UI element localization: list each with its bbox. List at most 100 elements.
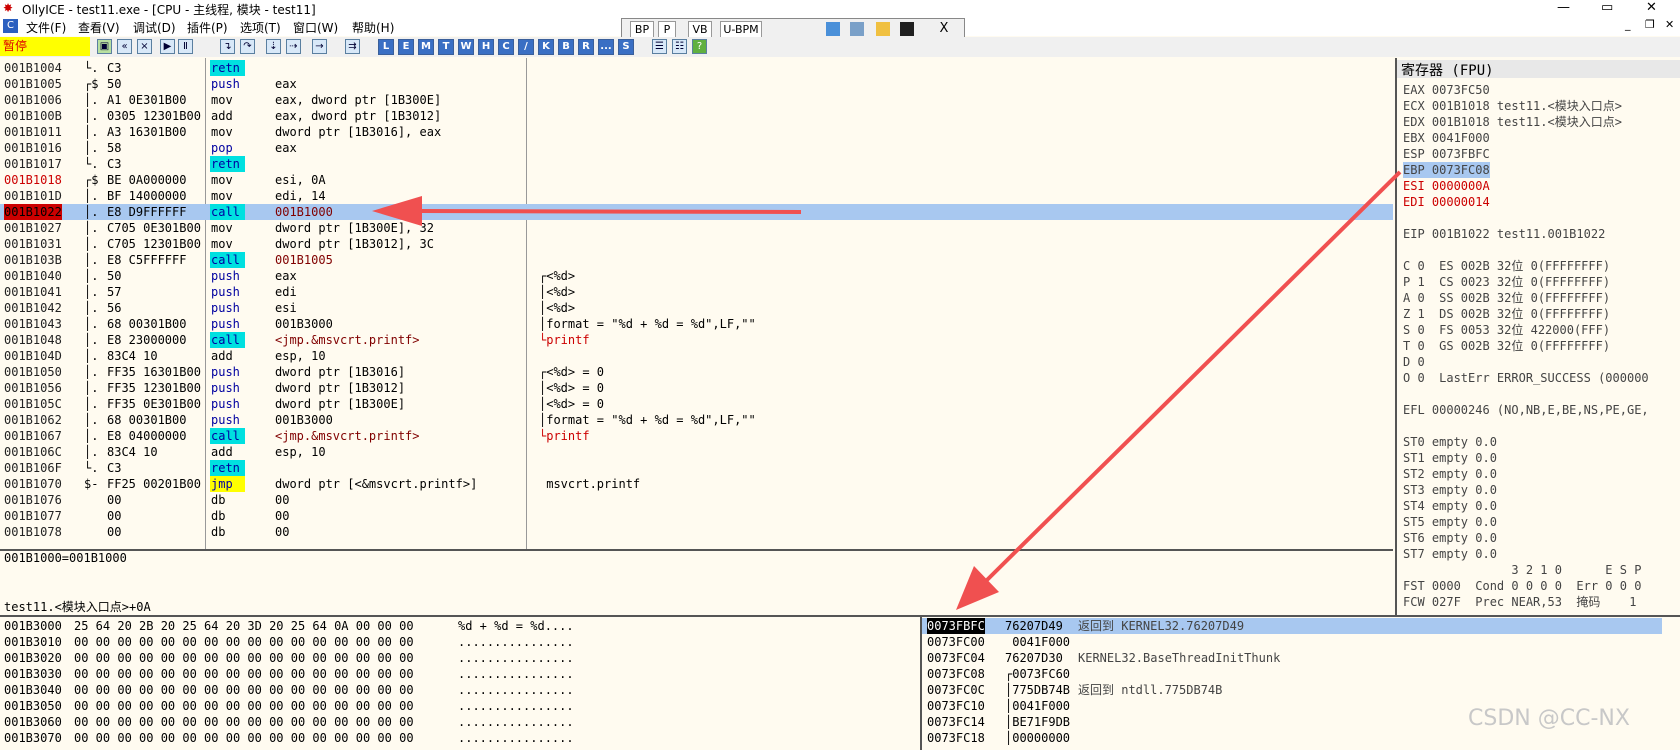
open-icon[interactable]: ▣ xyxy=(97,39,112,54)
memory-dump-pane[interactable]: 001B3000 25 64 20 2B 20 25 64 20 3D 20 25… xyxy=(0,617,922,750)
folder-icon[interactable] xyxy=(876,22,890,36)
step-over-icon[interactable]: ↷ xyxy=(240,39,255,54)
disasm-row[interactable]: 001B105C │. FF35 0E301B00 push dword ptr [1B… xyxy=(0,396,1393,412)
close-program-icon[interactable]: × xyxy=(137,39,152,54)
register-row[interactable]: S 0 FS 0053 32位 422000(FFF) xyxy=(1403,322,1610,338)
menu-view[interactable]: 查看(V) xyxy=(78,19,120,36)
notes-icon[interactable] xyxy=(850,22,864,36)
stack-row[interactable]: 0073FC08 ┌0073FC60 xyxy=(922,666,1662,682)
trace-over-icon[interactable]: ⇢ xyxy=(286,39,301,54)
mdi-close-icon[interactable]: ✕ xyxy=(1665,18,1674,31)
register-row[interactable]: EAX 0073FC50 xyxy=(1403,82,1490,98)
menu-help[interactable]: 帮助(H) xyxy=(352,19,394,36)
register-row[interactable]: P 1 CS 0023 32位 0(FFFFFFFF) xyxy=(1403,274,1610,290)
threads-button[interactable]: T xyxy=(438,39,454,55)
disasm-row[interactable]: 001B1078 00 db 00 xyxy=(0,524,1393,540)
disasm-row[interactable]: 001B1042 │. 56 push esi │<%d> xyxy=(0,300,1393,316)
registers-pane[interactable]: 寄存器 (FPU) EAX 0073FC50 ECX 001B1018 test1… xyxy=(1395,58,1680,615)
disasm-row[interactable]: 001B1048 │. E8 23000000 call <jmp.&msvcrt.pr… xyxy=(0,332,1393,348)
register-row[interactable]: C 0 ES 002B 32位 0(FFFFFFFF) xyxy=(1403,258,1610,274)
register-row[interactable]: ESI 0000000A xyxy=(1403,178,1490,194)
register-row[interactable]: O 0 LastErr ERROR_SUCCESS (000000 xyxy=(1403,370,1649,386)
disasm-row[interactable]: 001B1005 ┌$ 50 push eax xyxy=(0,76,1393,92)
float-toolbar-close-button[interactable]: X xyxy=(936,21,952,37)
register-row[interactable]: 3 2 1 0 E S P xyxy=(1403,562,1641,578)
register-row[interactable]: EDI 00000014 xyxy=(1403,194,1490,210)
register-row[interactable]: ST6 empty 0.0 xyxy=(1403,530,1497,546)
disasm-row[interactable]: 001B1077 00 db 00 xyxy=(0,508,1393,524)
bookmark-icon[interactable] xyxy=(826,22,840,36)
disasm-row[interactable]: 001B1067 │. E8 04000000 call <jmp.&msvcrt.pr… xyxy=(0,428,1393,444)
register-row[interactable]: ST7 empty 0.0 xyxy=(1403,546,1497,562)
cpu-window-icon[interactable]: C xyxy=(3,19,18,33)
memory-map-button[interactable]: M xyxy=(418,39,434,55)
menu-plugins[interactable]: 插件(P) xyxy=(187,19,228,36)
breakpoints-button[interactable]: B xyxy=(558,39,574,55)
disasm-row[interactable]: 001B103B │. E8 C5FFFFFF call 001B1005 xyxy=(0,252,1393,268)
minimize-icon[interactable]: — xyxy=(1557,0,1570,15)
disasm-row[interactable]: 001B101D │. BF 14000000 mov edi, 14 xyxy=(0,188,1393,204)
maximize-icon[interactable]: ▭ xyxy=(1601,0,1613,15)
call-stack-button[interactable]: K xyxy=(538,39,554,55)
handles-button[interactable]: H xyxy=(478,39,494,55)
disasm-row[interactable]: 001B106F └. C3 retn xyxy=(0,460,1393,476)
disasm-row[interactable]: 001B1043 │. 68 00301B00 push 001B3000 │format… xyxy=(0,316,1393,332)
disasm-row[interactable]: 001B1027 │. C705 0E301B00 mov dword ptr [1B3… xyxy=(0,220,1393,236)
source-button[interactable]: S xyxy=(618,39,634,55)
register-row[interactable]: Z 1 DS 002B 32位 0(FFFFFFFF) xyxy=(1403,306,1610,322)
modules-button[interactable]: E xyxy=(398,39,414,55)
disasm-row[interactable]: 001B1050 │. FF35 16301B00 push dword ptr [1B… xyxy=(0,364,1393,380)
patches-button[interactable]: / xyxy=(518,39,534,55)
disasm-row[interactable]: 001B1062 │. 68 00301B00 push 001B3000 │format… xyxy=(0,412,1393,428)
windows-button[interactable]: W xyxy=(458,39,474,55)
close-icon[interactable]: ✕ xyxy=(1646,0,1657,15)
register-row[interactable]: FCW 027F Prec NEAR,53 掩码 1 xyxy=(1403,594,1637,610)
menu-window[interactable]: 窗口(W) xyxy=(293,19,338,36)
disasm-row[interactable]: 001B100B │. 0305 12301B00 add eax, dword ptr… xyxy=(0,108,1393,124)
register-row[interactable]: ST4 empty 0.0 xyxy=(1403,498,1497,514)
goto-icon[interactable]: ⇉ xyxy=(345,39,360,54)
register-row[interactable]: FST 0000 Cond 0 0 0 0 Err 0 0 0 xyxy=(1403,578,1641,594)
console-icon[interactable] xyxy=(900,22,914,36)
register-row[interactable]: EDX 001B1018 test11.<模块入口点> xyxy=(1403,114,1622,130)
stack-row[interactable]: 0073FBFC 76207D49 返回到 KERNEL32.76207D49 xyxy=(922,618,1662,634)
register-row[interactable]: ESP 0073FBFC xyxy=(1403,146,1490,162)
restart-icon[interactable]: « xyxy=(117,39,132,54)
register-row[interactable]: ECX 001B1018 test11.<模块入口点> xyxy=(1403,98,1622,114)
disasm-row[interactable]: 001B106C │. 83C4 10 add esp, 10 xyxy=(0,444,1393,460)
disasm-row[interactable]: 001B1070 $- FF25 00201B00 jmp dword ptr [<&m… xyxy=(0,476,1393,492)
references-button[interactable]: R xyxy=(578,39,594,55)
menu-debug[interactable]: 调试(D) xyxy=(133,19,176,36)
register-row[interactable]: EBX 0041F000 xyxy=(1403,130,1490,146)
disasm-row[interactable]: 001B1076 00 db 00 xyxy=(0,492,1393,508)
disasm-row[interactable]: 001B1016 │. 58 pop eax xyxy=(0,140,1393,156)
disassembly-pane[interactable]: 001B1004 └. C3 retn 001B1005 ┌$ 50 push eax 001B1… xyxy=(0,58,1393,551)
disasm-row[interactable]: 001B1031 │. C705 12301B00 mov dword ptr [1B3… xyxy=(0,236,1393,252)
pause-icon[interactable]: Ⅱ xyxy=(178,39,193,54)
register-row[interactable]: ST3 empty 0.0 xyxy=(1403,482,1497,498)
help-icon[interactable]: ? xyxy=(692,39,707,54)
register-row[interactable]: EIP 001B1022 test11.001B1022 xyxy=(1403,226,1605,242)
register-row[interactable]: EBP 0073FC08 xyxy=(1403,162,1490,178)
register-row[interactable]: D 0 xyxy=(1403,354,1425,370)
register-row[interactable]: EFL 00000246 (NO,NB,E,BE,NS,PE,GE, xyxy=(1403,402,1649,418)
stack-row[interactable]: 0073FC04 76207D30 KERNEL32.BaseThreadInitT… xyxy=(922,650,1662,666)
disasm-row[interactable]: 001B1040 │. 50 push eax ┌<%d> xyxy=(0,268,1393,284)
execute-till-return-icon[interactable]: → xyxy=(312,39,327,54)
menu-file[interactable]: 文件(F) xyxy=(26,19,66,36)
step-into-icon[interactable]: ↴ xyxy=(220,39,235,54)
register-row[interactable]: ST5 empty 0.0 xyxy=(1403,514,1497,530)
disasm-row[interactable]: 001B1018 ┌$ BE 0A000000 mov esi, 0A xyxy=(0,172,1393,188)
disasm-row[interactable]: 001B1041 │. 57 push edi │<%d> xyxy=(0,284,1393,300)
options-icon[interactable]: ☷ xyxy=(672,39,687,54)
register-row[interactable]: ST0 empty 0.0 xyxy=(1403,434,1497,450)
log-window-button[interactable]: L xyxy=(378,39,394,55)
stack-row[interactable]: 0073FC00 0041F000 xyxy=(922,634,1662,650)
register-row[interactable]: A 0 SS 002B 32位 0(FFFFFFFF) xyxy=(1403,290,1610,306)
mdi-minimize-icon[interactable]: _ xyxy=(1625,18,1631,31)
disasm-row[interactable]: 001B1006 │. A1 0E301B00 mov eax, dword ptr [… xyxy=(0,92,1393,108)
run-trace-button[interactable]: ... xyxy=(598,39,614,55)
register-row[interactable]: T 0 GS 002B 32位 0(FFFFFFFF) xyxy=(1403,338,1610,354)
disasm-row[interactable]: 001B1017 └. C3 retn xyxy=(0,156,1393,172)
disasm-row[interactable]: 001B1056 │. FF35 12301B00 push dword ptr [1B… xyxy=(0,380,1393,396)
